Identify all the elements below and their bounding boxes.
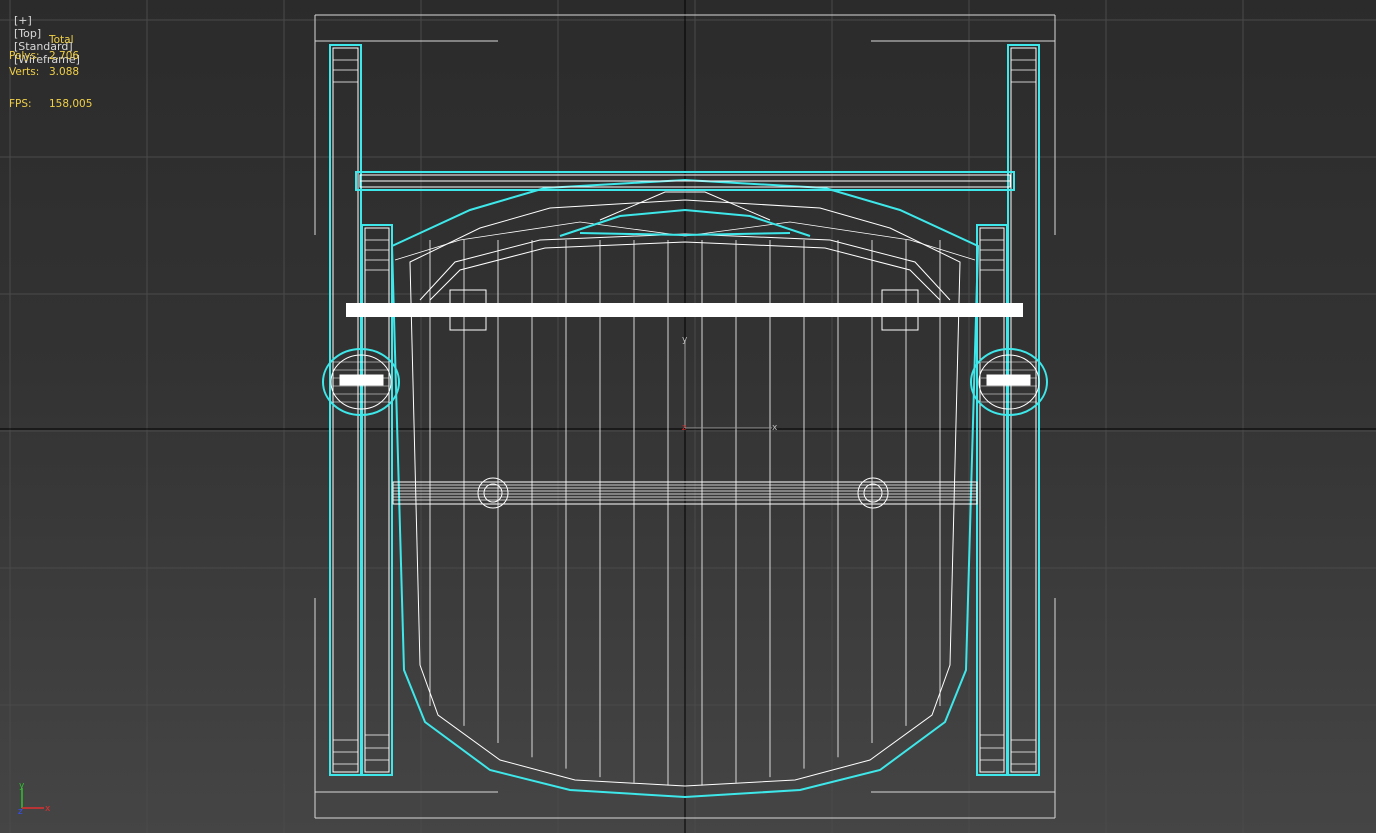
polys-label: Polys: [9,50,40,62]
stats-header: Total [49,34,74,46]
fps-label: FPS: [9,98,32,110]
axis-tripod-y-label: y [19,781,25,791]
viewport-canvas[interactable]: y x z y x z [0,0,1376,833]
verts-value: 3.088 [49,66,80,78]
right-rear-leg [1007,44,1040,776]
pivot-x-label: x [772,423,778,433]
polys-value: 2.706 [49,50,80,62]
lower-crossbar-bolt-right-inner [863,483,883,503]
axis-tripod-icon: y x z [18,781,51,817]
pivot-gizmo: y x z [682,335,778,433]
right-hinge-pin [986,374,1031,386]
mid-crossbar [346,303,1023,317]
viewport-top[interactable]: yxz yxz [+] [Top] [Standard] [Wireframe]… [0,0,1376,833]
axis-tripod-x-label: x [45,804,51,814]
left-hinge-pin [339,374,384,386]
fps-value: 158,005 [49,98,93,110]
lower-crossbar-bolt-left-inner [483,483,503,503]
construction-grid [0,0,1376,833]
pivot-z-label: z [682,423,686,432]
pivot-y-label: y [682,335,688,345]
verts-label: Verts: [9,66,40,78]
statistics-overlay: Total Polys: 2.706 Verts: 3.088 FPS: 158,00… [9,32,92,112]
left-rear-leg [329,44,362,776]
world-axes [0,0,1376,833]
viewport-plus-menu[interactable]: [+] [14,14,32,27]
axis-tripod-z-label: z [18,807,23,817]
